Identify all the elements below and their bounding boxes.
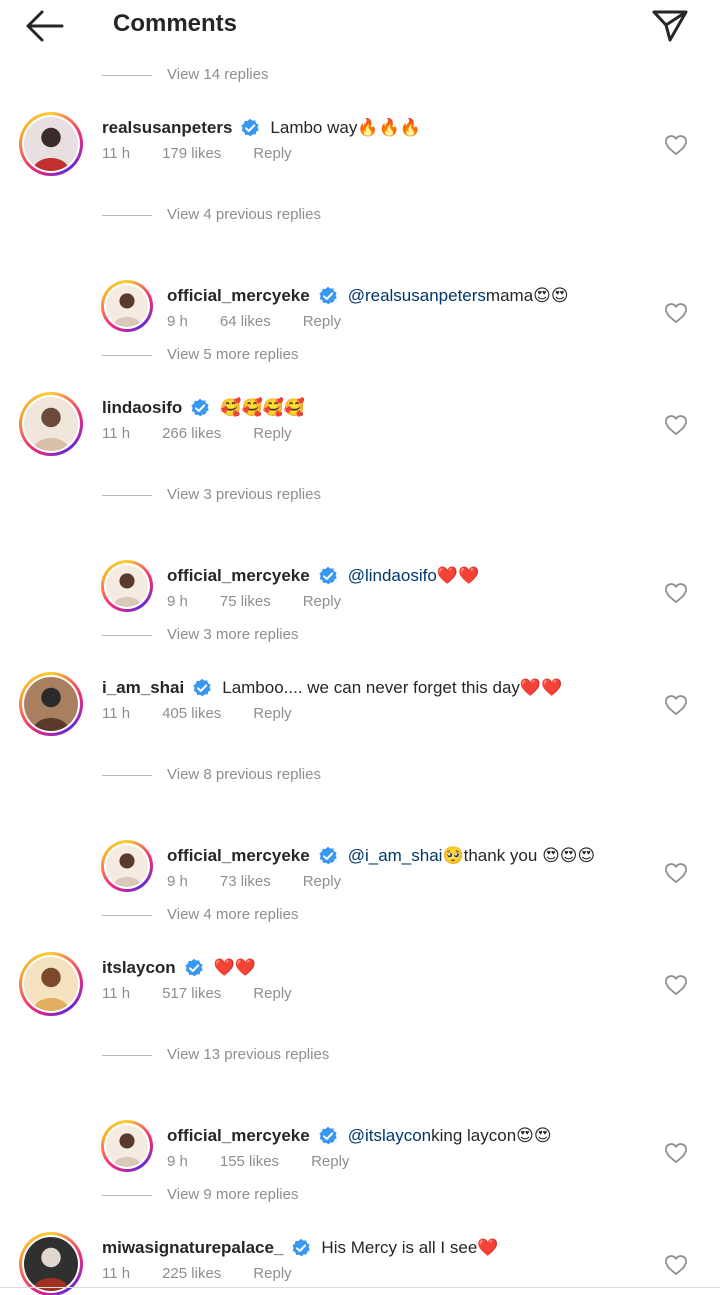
comment-meta: 11 h 225 likes Reply bbox=[102, 1265, 292, 1282]
view-replies-link[interactable]: View 4 previous replies bbox=[167, 206, 321, 223]
username-link[interactable]: itslaycon bbox=[102, 956, 176, 980]
view-replies-row: View 4 more replies bbox=[0, 840, 720, 930]
view-replies-link[interactable]: View 13 previous replies bbox=[167, 1046, 329, 1063]
username-link[interactable]: i_am_shai bbox=[102, 676, 184, 700]
comment-time: 11 h bbox=[102, 1265, 131, 1282]
comment-text: Lambo way🔥🔥🔥 bbox=[270, 118, 421, 137]
heart-outline-icon bbox=[665, 1255, 687, 1275]
view-replies-link[interactable]: View 9 more replies bbox=[167, 1186, 298, 1203]
like-button[interactable] bbox=[664, 1254, 688, 1276]
comment-text: 🥰🥰🥰🥰 bbox=[220, 398, 305, 417]
avatar[interactable] bbox=[19, 1232, 83, 1295]
divider bbox=[0, 1287, 720, 1288]
comment-body: miwasignaturepalace_ His Mercy is all I s… bbox=[102, 1236, 498, 1260]
username-link[interactable]: lindaosifo bbox=[102, 396, 182, 420]
view-replies-line bbox=[102, 215, 152, 216]
comment-text: Lamboo.... we can never forget this day❤… bbox=[222, 678, 563, 697]
view-replies-row: View 14 replies bbox=[0, 0, 720, 90]
view-replies-line bbox=[102, 1195, 152, 1196]
view-replies-line bbox=[102, 635, 152, 636]
view-replies-line bbox=[102, 355, 152, 356]
view-replies-row: View 8 previous replies bbox=[0, 700, 720, 790]
avatar-image bbox=[24, 1237, 78, 1291]
comment-body: i_am_shai Lamboo.... we can never forget … bbox=[102, 676, 562, 700]
comment: miwasignaturepalace_ His Mercy is all I s… bbox=[0, 1232, 720, 1295]
view-replies-link[interactable]: View 4 more replies bbox=[167, 906, 298, 923]
view-replies-link[interactable]: View 5 more replies bbox=[167, 346, 298, 363]
verified-badge-icon bbox=[185, 958, 203, 977]
view-replies-line bbox=[102, 495, 152, 496]
view-replies-row: View 5 more replies bbox=[0, 280, 720, 370]
view-replies-row: View 3 more replies bbox=[0, 560, 720, 650]
avatar-frame bbox=[22, 1235, 80, 1293]
view-replies-line bbox=[102, 915, 152, 916]
view-replies-line bbox=[102, 75, 152, 76]
comment-body: realsusanpeters Lambo way🔥🔥🔥 bbox=[102, 116, 421, 140]
verified-badge-icon bbox=[191, 398, 210, 417]
verified-badge-icon bbox=[193, 678, 212, 697]
username-link[interactable]: realsusanpeters bbox=[102, 116, 232, 140]
comment-text: His Mercy is all I see❤️ bbox=[321, 1238, 499, 1257]
comment-likes[interactable]: 225 likes bbox=[162, 1265, 221, 1282]
comment-body: itslaycon ❤️❤️ bbox=[102, 956, 256, 980]
view-replies-link[interactable]: View 3 more replies bbox=[167, 626, 298, 643]
view-replies-row: View 4 previous replies bbox=[0, 140, 720, 230]
view-replies-line bbox=[102, 775, 152, 776]
verified-badge-icon bbox=[292, 1238, 311, 1257]
reply-button[interactable]: Reply bbox=[253, 1265, 291, 1282]
view-replies-row: View 13 previous replies bbox=[0, 980, 720, 1070]
comment-text: ❤️❤️ bbox=[213, 958, 257, 977]
view-replies-link[interactable]: View 8 previous replies bbox=[167, 766, 321, 783]
view-replies-link[interactable]: View 3 previous replies bbox=[167, 486, 321, 503]
view-replies-link[interactable]: View 14 replies bbox=[167, 66, 268, 83]
view-replies-row: View 9 more replies bbox=[0, 1120, 720, 1210]
view-replies-row: View 3 previous replies bbox=[0, 420, 720, 510]
view-replies-line bbox=[102, 1055, 152, 1056]
verified-badge-icon bbox=[241, 118, 260, 137]
comment-body: lindaosifo 🥰🥰🥰🥰 bbox=[102, 396, 305, 420]
username-link[interactable]: miwasignaturepalace_ bbox=[102, 1236, 283, 1260]
